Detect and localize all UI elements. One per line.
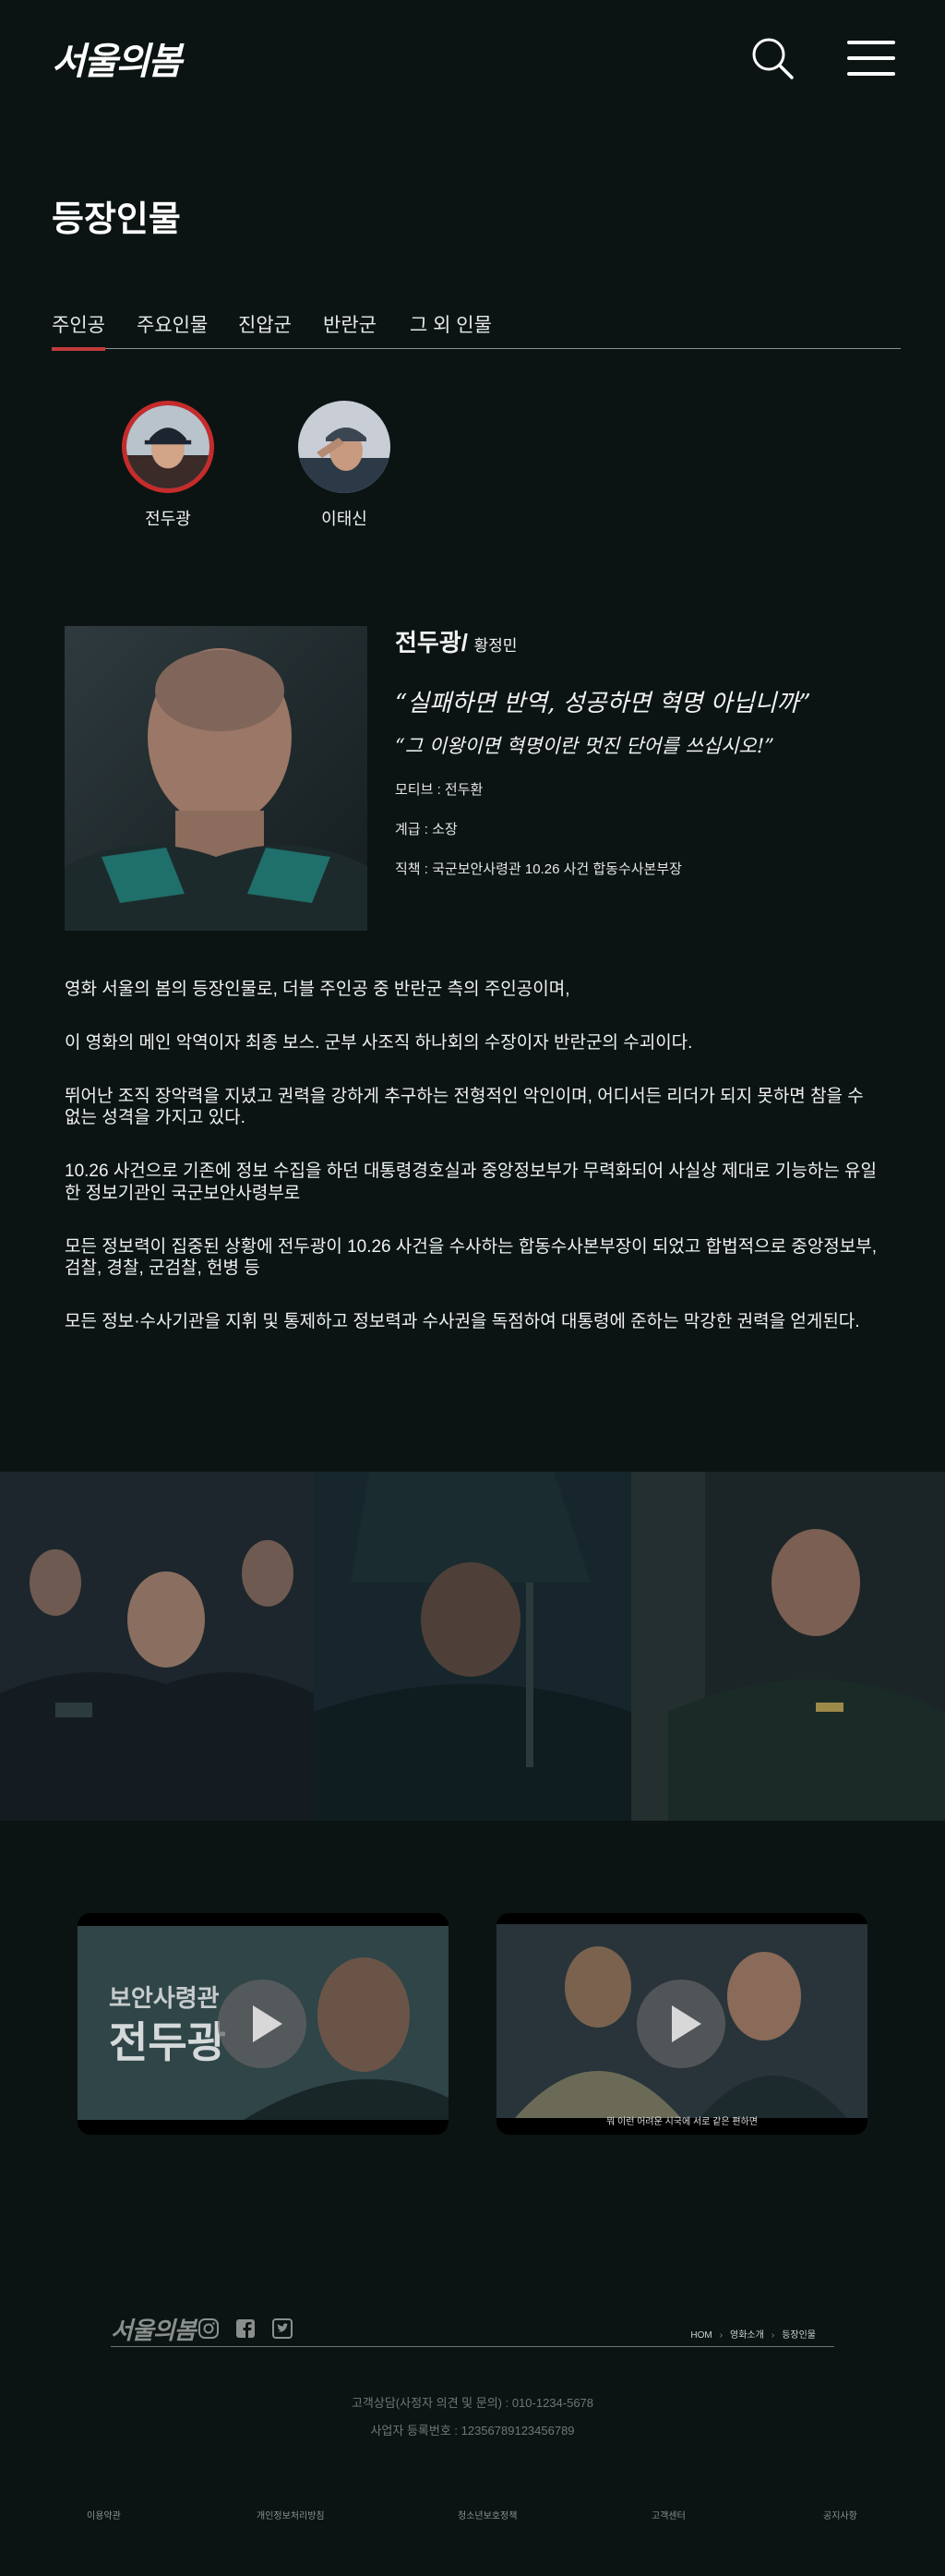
header: 서울의봄 bbox=[0, 0, 945, 120]
avatar bbox=[298, 401, 390, 493]
footer-business-number: 사업자 등록번호 : 12356789123456789 bbox=[370, 2424, 575, 2438]
description-paragraph: 10.26 사건으로 기존에 정보 수집을 하던 대통령경호실과 중앙정보부가 … bbox=[65, 1162, 878, 1203]
avatar bbox=[122, 401, 214, 493]
profile-name: 전두광/ bbox=[395, 629, 468, 656]
video-thumbnail-2[interactable]: 뭐 이런 어려운 시국에 서로 같은 편하면 bbox=[496, 1913, 867, 2135]
description-paragraph: 모든 정보·수사기관을 지휘 및 통제하고 정보력과 수사권을 독점하여 대통령… bbox=[65, 1312, 860, 1331]
profile-actor: 황정민 bbox=[473, 637, 518, 655]
footer-link-privacy[interactable]: 개인정보처리방침 bbox=[257, 2508, 325, 2522]
description-paragraph: 모든 정보력이 집중된 상황에 전두광이 10.26 사건을 수사하는 합동수사… bbox=[65, 1236, 878, 1279]
play-icon[interactable] bbox=[637, 1980, 725, 2068]
footer-link-terms[interactable]: 이용약관 bbox=[87, 2508, 121, 2522]
tab-main-character[interactable]: 주인공 bbox=[52, 310, 105, 351]
footer-logo[interactable]: 서울의봄 bbox=[111, 2312, 197, 2346]
video-caption: 뭐 이런 어려운 시국에 서로 같은 편하면 bbox=[606, 2117, 758, 2127]
movie-still-image bbox=[314, 1472, 631, 1821]
breadcrumb-separator: › bbox=[771, 2330, 775, 2341]
breadcrumb-item[interactable]: HOM bbox=[690, 2330, 712, 2341]
tab-major-characters[interactable]: 주요인물 bbox=[137, 310, 208, 349]
footer-link-notices[interactable]: 공지사항 bbox=[823, 2508, 857, 2522]
profile-heading: 전두광/ 황정민 bbox=[395, 624, 912, 658]
character-name: 이태신 bbox=[321, 510, 367, 528]
description-paragraph: 이 영화의 메인 악역이자 최종 보스. 군부 사조직 하나회의 수장이자 반란… bbox=[65, 1032, 693, 1053]
breadcrumb-separator: › bbox=[719, 2330, 724, 2341]
character-item-lee-tae-shin[interactable]: 이태신 bbox=[289, 401, 400, 530]
footer-breadcrumb: HOM › 영화소개 › 등장인물 bbox=[690, 2327, 816, 2341]
description-paragraph: 뛰어난 조직 장악력을 지녔고 권력을 강하게 추구하는 전형적인 악인이며, … bbox=[65, 1086, 864, 1128]
character-tabs: 주인공 주요인물 진압군 반란군 그 외 인물 bbox=[52, 310, 901, 351]
profile-rank: 계급 : 소장 bbox=[395, 822, 458, 837]
footer-link-youth-policy[interactable]: 청소년보호정책 bbox=[458, 2508, 517, 2522]
tab-suppression-army[interactable]: 진압군 bbox=[238, 310, 292, 349]
tab-rebel-army[interactable]: 반란군 bbox=[323, 310, 377, 349]
footer-bar: 서울의봄 HOM › 영화소개 › 등장인물 bbox=[111, 2308, 834, 2347]
movie-stills-banner bbox=[0, 1472, 945, 1821]
site-logo[interactable]: 서울의봄 bbox=[52, 31, 182, 85]
play-icon[interactable] bbox=[218, 1980, 306, 2068]
profile-position: 직책 : 국군보안사령관 10.26 사건 합동수사본부장 bbox=[395, 861, 682, 877]
profile-quote-secondary: “그 이왕이면 혁명이란 멋진 단어를 쓰십시오!” bbox=[395, 735, 775, 757]
movie-still-image bbox=[631, 1472, 945, 1821]
video-title-name: 전두광 bbox=[109, 2018, 226, 2066]
character-portrait bbox=[65, 626, 367, 931]
footer-contact: 고객상담(사정자 의견 및 문의) : 010-1234-5678 bbox=[351, 2396, 594, 2410]
footer-link-support[interactable]: 고객센터 bbox=[652, 2508, 686, 2522]
hamburger-menu-icon bbox=[847, 41, 895, 76]
video-thumbnail-1[interactable]: 보안사령관 전두광 bbox=[78, 1913, 449, 2135]
breadcrumb-item[interactable]: 등장인물 bbox=[782, 2330, 816, 2341]
profile-motive: 모티브 : 전두환 bbox=[395, 782, 484, 798]
tab-other-characters[interactable]: 그 외 인물 bbox=[410, 310, 492, 349]
description-paragraph: 영화 서울의 봄의 등장인물로, 더블 주인공 중 반란군 측의 주인공이며, bbox=[65, 980, 570, 999]
character-name: 전두광 bbox=[145, 510, 191, 528]
search-button[interactable] bbox=[749, 35, 795, 81]
profile-quote: “실패하면 반역, 성공하면 혁명 아닙니까” bbox=[395, 690, 811, 717]
menu-button[interactable] bbox=[845, 39, 897, 79]
character-profile: 전두광/ 황정민 “실패하면 반역, 성공하면 혁명 아닙니까” “그 이왕이면… bbox=[395, 624, 912, 878]
page-title: 등장인물 bbox=[52, 200, 181, 239]
twitter-icon[interactable] bbox=[271, 2317, 293, 2340]
facebook-icon[interactable] bbox=[234, 2317, 257, 2340]
instagram-icon[interactable] bbox=[197, 2317, 220, 2340]
character-item-jeon-du-gwang[interactable]: 전두광 bbox=[113, 401, 223, 530]
search-icon bbox=[752, 38, 794, 79]
movie-still-image bbox=[0, 1472, 314, 1821]
character-description: 영화 서울의 봄의 등장인물로, 더블 주인공 중 반란군 측의 주인공이며, … bbox=[65, 979, 880, 1365]
breadcrumb-item[interactable]: 영화소개 bbox=[730, 2330, 764, 2341]
